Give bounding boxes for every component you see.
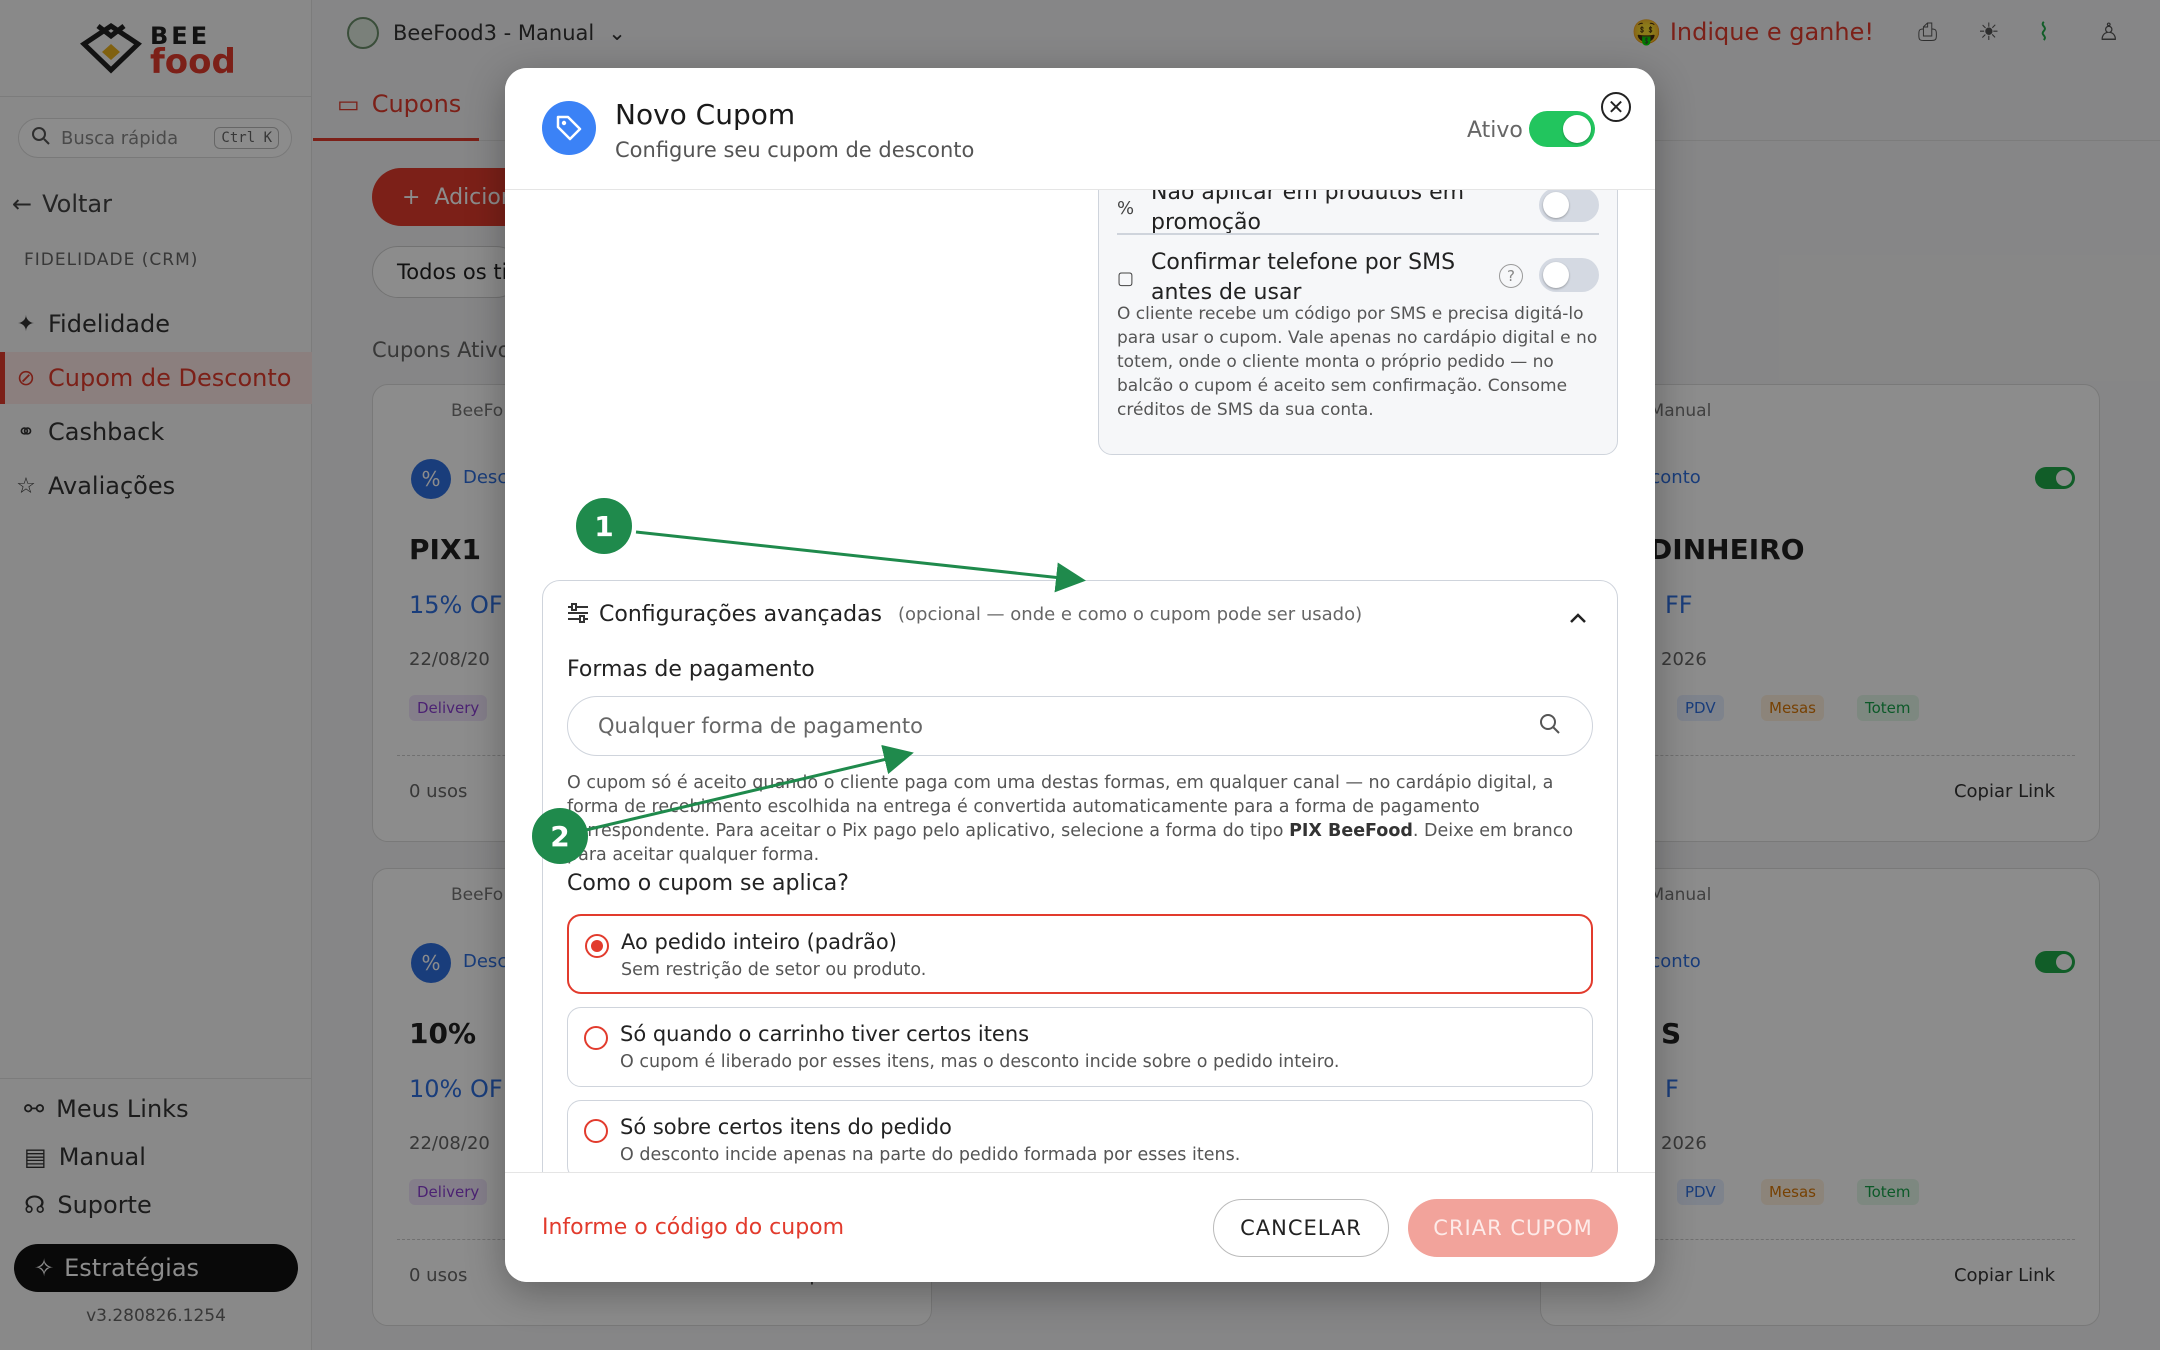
close-icon[interactable]: ✕: [1601, 92, 1631, 122]
search-icon: [1538, 712, 1562, 741]
advanced-settings-panel: Configurações avançadas (opcional — onde…: [542, 580, 1618, 1232]
cancel-button[interactable]: CANCELAR: [1213, 1199, 1389, 1257]
annotation-marker-2: 2: [532, 808, 588, 864]
option-sms-confirm: ▢ Confirmar telefone por SMS antes de us…: [1117, 248, 1599, 308]
sms-confirm-toggle[interactable]: [1539, 258, 1599, 292]
radio-button[interactable]: [584, 1026, 608, 1050]
modal-title: Novo Cupom: [615, 98, 796, 131]
payment-methods-input[interactable]: Qualquer forma de pagamento: [567, 696, 1593, 756]
tag-icon: [542, 101, 596, 155]
new-coupon-modal: % Não aplicar em produtos em promoção ▢ …: [505, 68, 1655, 1282]
option-label: Confirmar telefone por SMS antes de usar: [1151, 250, 1456, 305]
create-coupon-button[interactable]: CRIAR CUPOM: [1408, 1199, 1618, 1257]
option-divider: [1117, 233, 1599, 235]
modal-subtitle: Configure seu cupom de desconto: [615, 138, 975, 162]
advanced-settings-title: Configurações avançadas: [599, 602, 883, 627]
modal-body: % Não aplicar em produtos em promoção ▢ …: [505, 171, 1655, 1241]
apply-option-title: Ao pedido inteiro (padrão): [621, 930, 897, 954]
payment-help-highlight: PIX BeeFood: [1289, 821, 1413, 841]
advanced-settings-header[interactable]: Configurações avançadas (opcional — onde…: [567, 602, 1362, 627]
apply-option-cart-items[interactable]: Só quando o carrinho tiver certos itens …: [567, 1007, 1593, 1087]
percent-icon: %: [1117, 197, 1135, 219]
modal-footer: Informe o código do cupom CANCELAR CRIAR…: [505, 1172, 1655, 1282]
apply-option-desc: O desconto incide apenas na parte do ped…: [620, 1145, 1241, 1165]
apply-option-specific-items[interactable]: Só sobre certos itens do pedido O descon…: [567, 1100, 1593, 1180]
apply-option-title: Só sobre certos itens do pedido: [620, 1115, 952, 1139]
payment-methods-help: O cupom só é aceito quando o cliente pag…: [567, 771, 1597, 867]
sms-help-text: O cliente recebe um código por SMS e pre…: [1117, 304, 1598, 420]
annotation-marker-1: 1: [576, 498, 632, 554]
validation-message: Informe o código do cupom: [542, 1215, 845, 1240]
active-label: Ativo: [1467, 118, 1523, 143]
modal-header: Novo Cupom Configure seu cupom de descon…: [505, 68, 1655, 190]
active-toggle[interactable]: [1529, 111, 1595, 147]
chevron-up-icon[interactable]: [1569, 605, 1587, 629]
payment-methods-placeholder: Qualquer forma de pagamento: [598, 714, 924, 738]
chat-icon: ▢: [1117, 267, 1135, 289]
coupon-options-box: % Não aplicar em produtos em promoção ▢ …: [1098, 171, 1618, 455]
payment-methods-label: Formas de pagamento: [567, 657, 815, 682]
radio-button[interactable]: [585, 934, 609, 958]
help-icon[interactable]: ?: [1499, 264, 1523, 288]
no-promo-toggle[interactable]: [1539, 188, 1599, 222]
apply-option-desc: O cupom é liberado por esses itens, mas …: [620, 1052, 1340, 1072]
apply-mode-label: Como o cupom se aplica?: [567, 871, 849, 896]
apply-option-desc: Sem restrição de setor ou produto.: [621, 960, 927, 980]
sliders-icon: [567, 602, 589, 627]
apply-option-whole-order[interactable]: Ao pedido inteiro (padrão) Sem restrição…: [567, 914, 1593, 994]
apply-option-title: Só quando o carrinho tiver certos itens: [620, 1022, 1030, 1046]
radio-button[interactable]: [584, 1119, 608, 1143]
advanced-settings-hint: (opcional — onde e como o cupom pode ser…: [898, 604, 1363, 625]
